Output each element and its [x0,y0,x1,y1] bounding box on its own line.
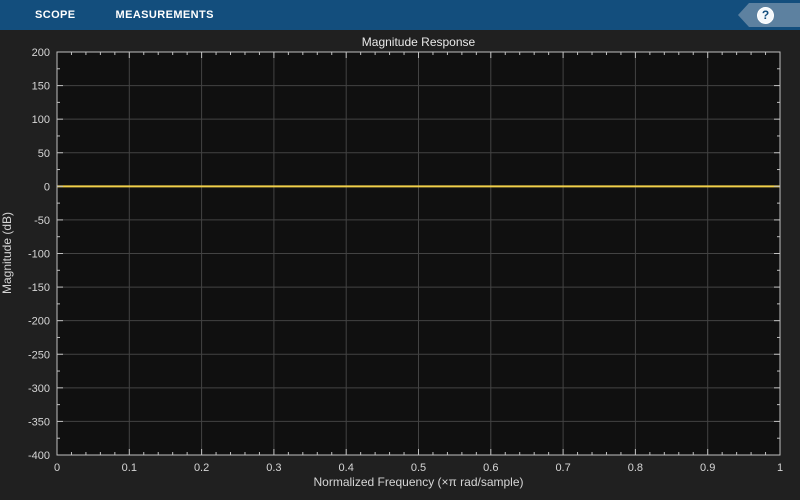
chart-panel: 0 0.1 0.2 0.3 0.4 0.5 0.6 0.7 0.8 0.9 1 200 150 100 50… [0,30,800,500]
svg-text:0.1: 0.1 [122,462,137,474]
svg-text:-150: -150 [28,282,50,294]
svg-text:0.9: 0.9 [700,462,715,474]
svg-text:150: 150 [32,81,50,93]
svg-text:100: 100 [32,114,50,126]
svg-text:0.2: 0.2 [194,462,209,474]
svg-text:0: 0 [54,462,60,474]
svg-text:50: 50 [38,148,50,160]
help-button[interactable]: ? [738,3,800,27]
svg-text:-250: -250 [28,349,50,361]
svg-text:0.6: 0.6 [483,462,498,474]
chart-title: Magnitude Response [361,35,476,49]
svg-text:0.8: 0.8 [628,462,643,474]
x-axis-label: Normalized Frequency (×π rad/sample) [313,475,524,489]
svg-text:1: 1 [777,462,783,474]
svg-text:0.5: 0.5 [411,462,426,474]
svg-text:-100: -100 [28,249,50,261]
svg-text:0.3: 0.3 [266,462,281,474]
svg-text:0.4: 0.4 [339,462,354,474]
question-mark-icon: ? [757,6,774,24]
svg-text:200: 200 [32,47,50,59]
svg-text:-300: -300 [28,383,50,395]
magnitude-response-plot: 0 0.1 0.2 0.3 0.4 0.5 0.6 0.7 0.8 0.9 1 200 150 100 50… [28,47,783,474]
tab-measurements[interactable]: MEASUREMENTS [104,0,226,30]
tab-scope[interactable]: SCOPE [23,0,88,30]
svg-text:-400: -400 [28,450,50,462]
svg-text:-50: -50 [34,215,50,227]
svg-text:-350: -350 [28,416,50,428]
svg-text:-200: -200 [28,316,50,328]
svg-text:0.7: 0.7 [555,462,570,474]
svg-text:0: 0 [44,181,50,193]
toolbar: SCOPE MEASUREMENTS ? [0,0,800,30]
